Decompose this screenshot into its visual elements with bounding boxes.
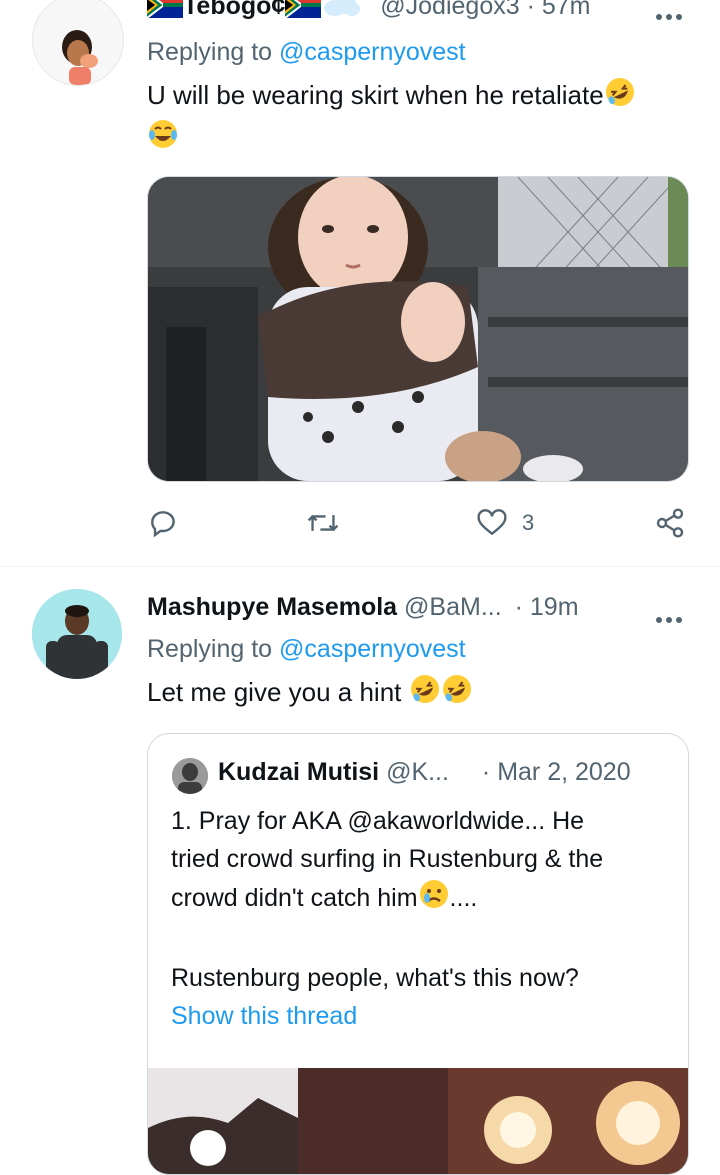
south-africa-flag-icon bbox=[284, 0, 322, 25]
quoted-line-text: crowd didn't catch him bbox=[171, 884, 418, 912]
timestamp[interactable]: 57m bbox=[542, 0, 591, 20]
retweet-icon[interactable] bbox=[306, 507, 340, 539]
display-name[interactable]: Mashupye Masemola bbox=[147, 593, 397, 621]
handle[interactable]: @BaM... bbox=[404, 593, 502, 621]
quoted-line: 1. Pray for AKA @akaworldwide... He bbox=[171, 807, 585, 835]
tweet-header: Mashupye Masemola @BaM... · 19m bbox=[147, 593, 579, 622]
tweet-text: Let me give you a hint bbox=[147, 673, 687, 715]
reply-icon[interactable] bbox=[147, 507, 179, 539]
cloud-icon bbox=[321, 0, 361, 25]
quoted-line: tried crowd surfing in Rustenburg & the bbox=[171, 845, 604, 873]
tweet-1[interactable]: Tebogo¢ @Jodiegox3 · 57m Replying to @ca… bbox=[0, 0, 720, 566]
separator: · bbox=[526, 0, 535, 20]
replying-prefix: Replying to bbox=[147, 635, 273, 663]
quoted-display-name: Kudzai Mutisi bbox=[218, 758, 380, 786]
avatar-photo bbox=[32, 589, 122, 679]
timestamp[interactable]: 19m bbox=[530, 593, 579, 621]
quoted-line: crowd didn't catch him.... bbox=[171, 878, 671, 921]
show-thread-link[interactable]: Show this thread bbox=[171, 997, 671, 1035]
quoted-handle: @K... bbox=[386, 758, 449, 786]
heart-icon[interactable] bbox=[476, 507, 508, 539]
share-icon[interactable] bbox=[654, 507, 686, 539]
quoted-media-image[interactable] bbox=[148, 1068, 688, 1174]
like-count: 3 bbox=[522, 510, 535, 535]
retweet-action[interactable] bbox=[306, 507, 340, 539]
crying-face-emoji bbox=[418, 878, 450, 921]
tweet-media-image[interactable] bbox=[147, 176, 689, 482]
replying-to: Replying to @caspernyovest bbox=[147, 38, 466, 67]
quoted-line: Rustenburg people, what's this now? bbox=[171, 964, 579, 992]
rolling-laughing-emoji bbox=[604, 76, 636, 118]
quoted-separator: · bbox=[481, 758, 491, 786]
more-horizontal-icon[interactable] bbox=[654, 0, 684, 29]
quoted-line-text: .... bbox=[449, 884, 478, 912]
rolling-laughing-emoji bbox=[441, 673, 473, 715]
quoted-blank-line bbox=[171, 921, 671, 959]
more-horizontal-icon[interactable] bbox=[654, 601, 684, 632]
replying-handle-link[interactable]: @caspernyovest bbox=[279, 635, 466, 663]
avatar-illustration bbox=[33, 0, 123, 85]
reply-action[interactable] bbox=[147, 507, 179, 539]
quoted-text: 1. Pray for AKA @akaworldwide... He trie… bbox=[171, 802, 671, 1035]
avatar[interactable] bbox=[32, 0, 124, 86]
replying-handle-link[interactable]: @caspernyovest bbox=[279, 38, 466, 66]
rolling-laughing-emoji bbox=[409, 673, 441, 715]
quoted-date: Mar 2, 2020 bbox=[497, 758, 631, 786]
quoted-avatar bbox=[172, 758, 208, 794]
tweet-text-content: U will be wearing skirt when he retaliat… bbox=[147, 80, 604, 110]
tweet-text: U will be wearing skirt when he retaliat… bbox=[147, 76, 687, 160]
separator: · bbox=[514, 593, 523, 621]
tweet-2[interactable]: Mashupye Masemola @BaM... · 19m Replying… bbox=[0, 567, 720, 1175]
replying-prefix: Replying to bbox=[147, 38, 273, 66]
display-name[interactable]: Tebogo¢ bbox=[183, 0, 285, 20]
share-action[interactable] bbox=[654, 507, 686, 539]
tweet-header: Tebogo¢ @Jodiegox3 · 57m bbox=[146, 0, 591, 25]
replying-to: Replying to @caspernyovest bbox=[147, 635, 466, 664]
concert-photo bbox=[148, 1068, 688, 1174]
south-africa-flag-icon bbox=[146, 0, 183, 25]
avatar[interactable] bbox=[32, 589, 122, 679]
handle[interactable]: @Jodiegox3 bbox=[380, 0, 519, 20]
like-action[interactable]: 3 bbox=[476, 507, 534, 539]
tweet-text-content: Let me give you a hint bbox=[147, 677, 402, 707]
toddler-photo bbox=[148, 177, 688, 481]
quoted-tweet[interactable]: Kudzai Mutisi @K... · Mar 2, 2020 1. Pra… bbox=[147, 733, 689, 1175]
tears-of-joy-emoji bbox=[147, 118, 179, 160]
quoted-header: Kudzai Mutisi @K... · Mar 2, 2020 bbox=[218, 758, 631, 787]
